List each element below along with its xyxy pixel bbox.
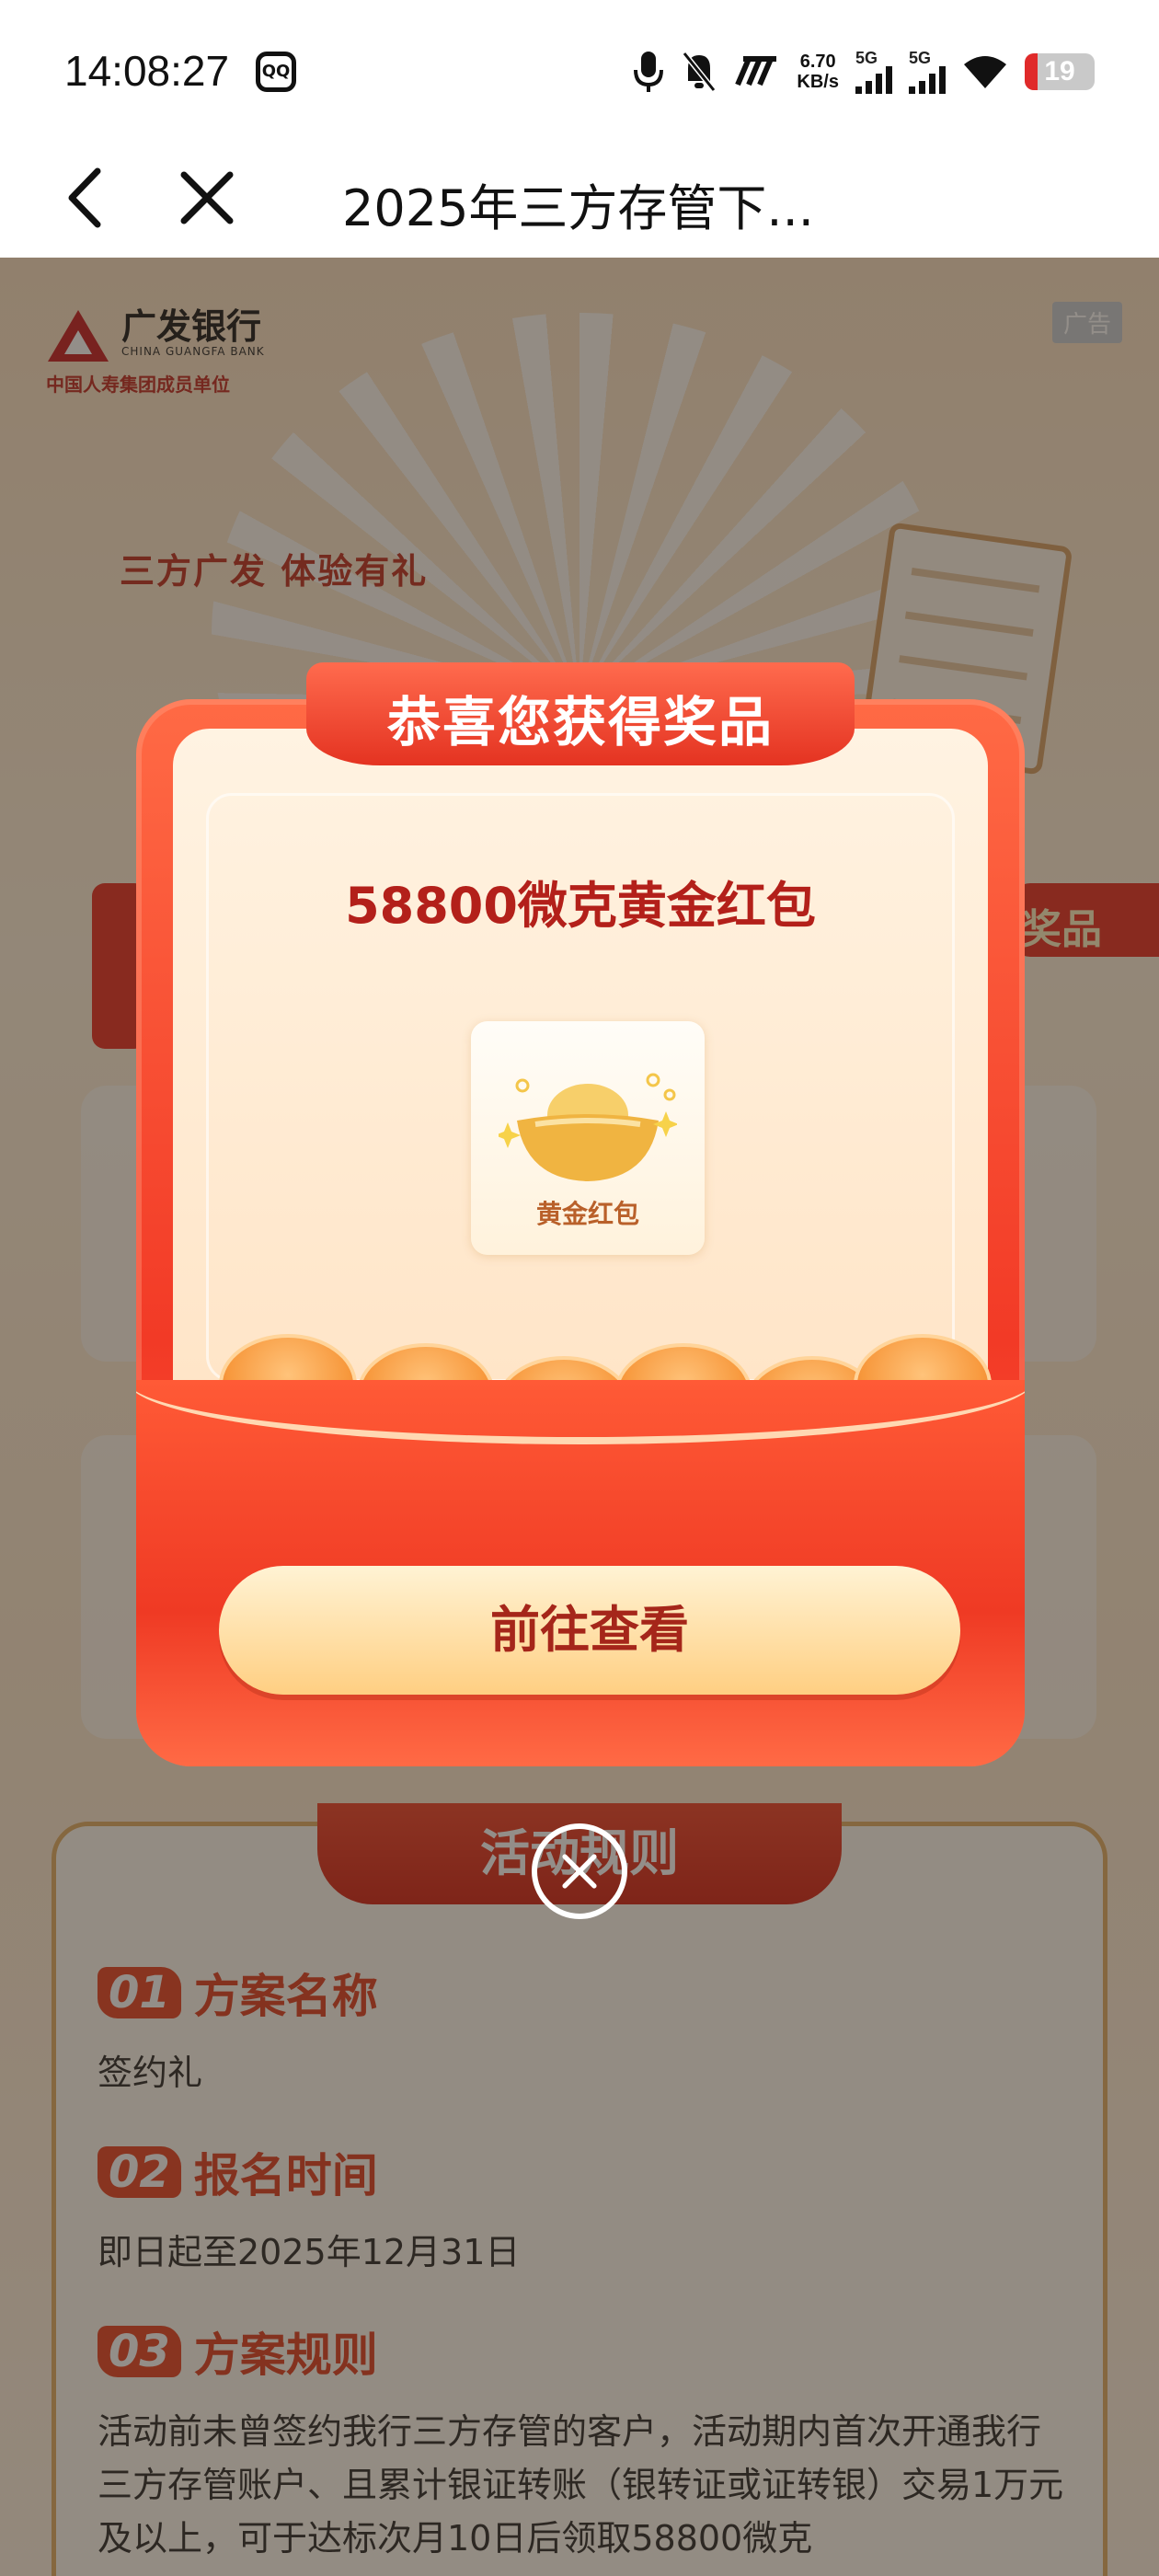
net-speed-value: 6.70 — [799, 52, 836, 72]
back-icon[interactable] — [46, 156, 129, 239]
wifi-icon — [964, 56, 1006, 88]
sim1-label: 5G — [855, 49, 878, 67]
mute-bell-icon — [683, 52, 717, 92]
signal-icon — [909, 66, 946, 94]
battery-level: 19 — [1044, 56, 1075, 86]
sim2-label: 5G — [909, 49, 932, 67]
sim1-signal: 5G — [855, 50, 892, 94]
battery-icon: 19 — [1025, 53, 1095, 90]
signal-icon — [855, 66, 892, 94]
close-modal-icon[interactable] — [532, 1823, 627, 1919]
status-bar: 14:08:27 QQ 6.70 KB/s 5G 5G 19 — [0, 0, 1159, 138]
prize-label: 黄金红包 — [535, 1199, 639, 1229]
prize-title: 58800微克黄金红包 — [345, 877, 816, 935]
hd-icon — [735, 56, 777, 86]
close-icon[interactable] — [166, 156, 248, 239]
prize-modal: 恭喜您获得奖品 58800微克黄金红包 黄金红包 前往查看 — [136, 662, 1025, 1766]
status-icons: 6.70 KB/s 5G 5G 19 — [633, 44, 1095, 99]
nav-bar: 2025年三方存管下... — [0, 138, 1159, 258]
pocket-curve — [136, 1380, 1025, 1444]
modal-title: 恭喜您获得奖品 — [386, 691, 774, 753]
modal-ribbon: 恭喜您获得奖品 — [306, 662, 855, 782]
mic-icon — [634, 52, 664, 92]
net-speed: 6.70 KB/s — [797, 52, 839, 92]
status-time: 14:08:27 — [64, 47, 230, 95]
net-speed-unit: KB/s — [797, 72, 839, 92]
gold-ingot-icon — [499, 1073, 677, 1181]
qq-notification-icon: QQ — [256, 52, 296, 92]
prize-card: 黄金红包 — [471, 1021, 705, 1255]
page-title: 2025年三方存管下... — [342, 179, 814, 237]
sim2-signal: 5G — [909, 50, 946, 94]
view-prize-button[interactable]: 前往查看 — [219, 1566, 960, 1695]
